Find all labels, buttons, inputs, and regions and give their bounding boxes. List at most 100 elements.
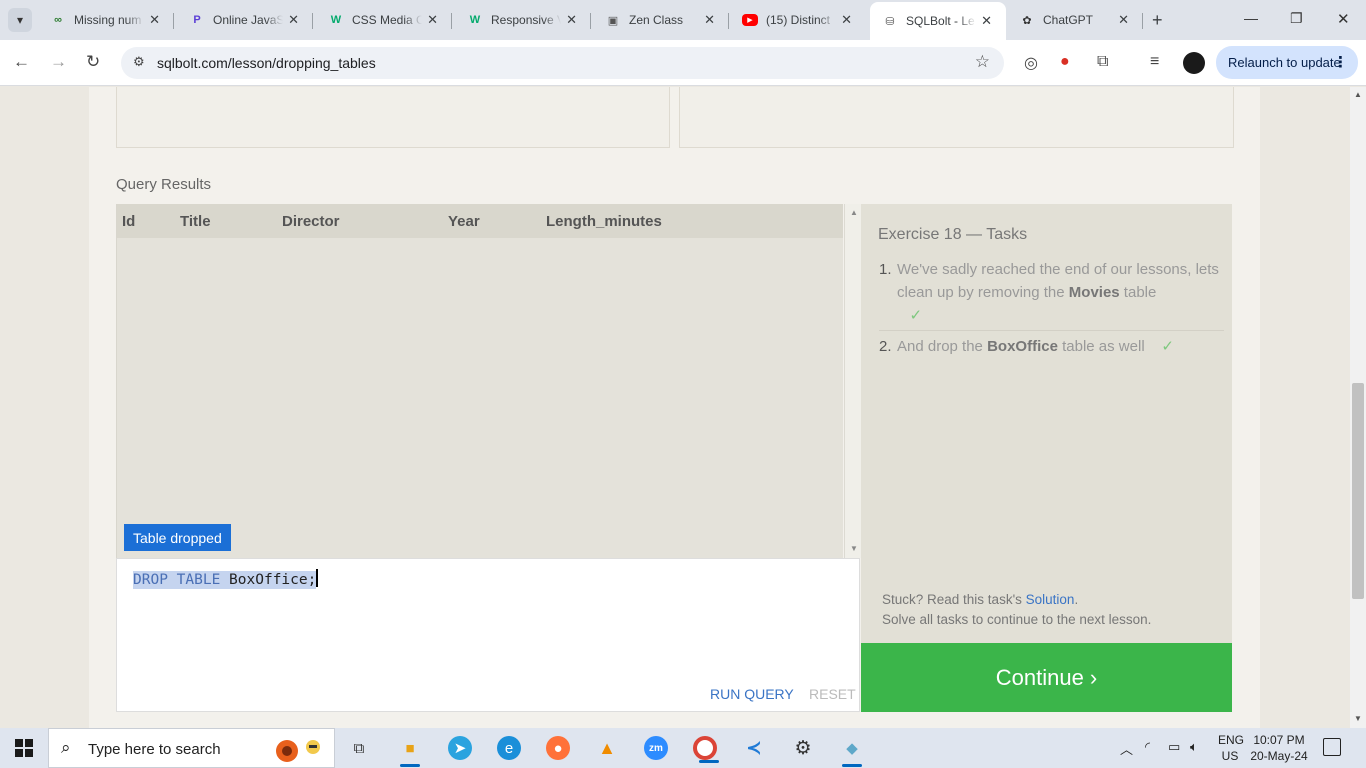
color-extension-icon[interactable]: ● [1060, 53, 1070, 71]
close-tab-icon[interactable]: ✕ [566, 12, 577, 28]
exercise-title: Exercise 18 — Tasks [878, 226, 1028, 243]
browser-tab[interactable]: ▣ Zen Class ✕ [593, 6, 729, 34]
youtube-icon: ▶ [742, 14, 758, 26]
w3schools-icon: W [469, 14, 481, 26]
edge-icon[interactable]: e [497, 736, 521, 760]
notification-icon[interactable] [1323, 738, 1341, 756]
exercise-tasks-panel: Exercise 18 — Tasks 1. We've sadly reach… [861, 204, 1232, 643]
media-control-icon[interactable]: ≡ [1150, 53, 1159, 71]
query-results-table: Id Title Director Year Length_minutes ▲ … [116, 204, 861, 558]
browser-tab[interactable]: W Responsive V ✕ [455, 6, 591, 34]
sql-keyword: DROP TABLE [133, 571, 221, 589]
sql-query-editor[interactable]: DROP TABLE BoxOffice; RUN QUERY RESET [116, 558, 860, 712]
text-caret [316, 569, 319, 587]
browser-tab[interactable]: ✿ ChatGPT ✕ [1007, 6, 1143, 34]
new-tab-icon[interactable]: + [1152, 10, 1163, 31]
column-header: Director [282, 213, 340, 230]
reload-icon[interactable]: ↻ [86, 52, 100, 72]
taskbar-search-box[interactable]: ⌕ Type here to search [48, 728, 335, 768]
url-text[interactable]: sqlbolt.com/lesson/dropping_tables [157, 55, 376, 71]
results-scrollbar[interactable]: ▲ ▼ [844, 204, 861, 558]
scroll-down-arrow-icon[interactable]: ▼ [850, 544, 858, 553]
checkmark-icon: ✓ [909, 307, 923, 324]
volume-icon[interactable]: 🔈︎ [1190, 739, 1198, 755]
windows-taskbar: ⌕ Type here to search ⧉ ■ ➤ e ● ▲ zm ≺ ⚙… [0, 728, 1366, 768]
database-icon: ⛁ [885, 15, 895, 28]
vlc-icon[interactable]: ▲ [595, 736, 619, 760]
search-highlight-illustration-icon [276, 740, 320, 762]
file-explorer-icon[interactable]: ■ [398, 736, 422, 767]
scrollbar-thumb[interactable] [1352, 383, 1364, 599]
chrome-icon[interactable] [693, 736, 719, 763]
tab-search-button[interactable]: ▾ [8, 8, 32, 32]
system-clock[interactable]: 10:07 PM 20-May-24 [1250, 732, 1308, 764]
address-bar[interactable]: ⚙ sqlbolt.com/lesson/dropping_tables ☆ [121, 47, 1004, 79]
browser-tab[interactable]: ∞ Missing num ✕ [38, 6, 174, 34]
page-viewport: Query Results Id Title Director Year Len… [0, 87, 1350, 728]
wifi-icon[interactable]: ◜ [1145, 739, 1150, 755]
vscode-icon[interactable]: ≺ [742, 736, 766, 760]
chatgpt-icon: ✿ [1022, 14, 1032, 27]
minimize-icon[interactable]: — [1244, 10, 1258, 26]
zoom-icon[interactable]: zm [644, 736, 668, 760]
task-divider [879, 330, 1224, 331]
scroll-down-arrow-icon[interactable]: ▼ [1354, 714, 1362, 723]
run-query-button[interactable]: RUN QUERY [710, 686, 794, 702]
app-icon[interactable]: ◆ [840, 736, 864, 767]
avatar[interactable] [1183, 52, 1205, 74]
relaunch-button[interactable]: Relaunch to update ⋮ [1216, 46, 1358, 79]
sql-table-name: BoxOffice; [229, 571, 317, 589]
bookmark-star-icon[interactable]: ☆ [975, 52, 990, 72]
results-header-row: Id Title Director Year Length_minutes [117, 204, 843, 238]
settings-gear-icon[interactable]: ⚙ [791, 736, 815, 760]
close-tab-icon[interactable]: ✕ [841, 12, 852, 28]
close-tab-icon[interactable]: ✕ [981, 13, 992, 29]
back-icon[interactable]: ← [13, 52, 30, 72]
zen-class-icon: ▣ [607, 14, 619, 27]
page-scrollbar[interactable]: ▲ ▼ [1350, 87, 1366, 728]
link-icon: ∞ [54, 14, 62, 26]
close-tab-icon[interactable]: ✕ [288, 12, 299, 28]
continue-button[interactable]: Continue › [861, 643, 1232, 712]
browser-tab[interactable]: ▶ (15) Distinct ✕ [730, 6, 866, 34]
browser-tab[interactable]: P Online JavaS ✕ [177, 6, 313, 34]
restore-icon[interactable]: ❐ [1290, 10, 1303, 27]
browser-tab-strip: ▾ ∞ Missing num ✕ P Online JavaS ✕ W CSS… [0, 0, 1366, 40]
solution-link[interactable]: Solution [1026, 592, 1075, 607]
column-header: Year [448, 213, 480, 230]
column-header: Length_minutes [546, 213, 662, 230]
firefox-icon[interactable]: ● [546, 736, 570, 760]
scroll-up-arrow-icon[interactable]: ▲ [850, 208, 858, 217]
language-indicator[interactable]: ENG US [1218, 732, 1244, 764]
battery-icon[interactable]: ▭ [1168, 739, 1180, 755]
forward-icon[interactable]: → [50, 52, 67, 72]
browser-tab-active[interactable]: ⛁ SQLBolt - Le ✕ [870, 2, 1006, 40]
table-preview-panel [679, 87, 1234, 148]
puzzle-icon[interactable]: ⧉ [1097, 53, 1108, 71]
more-menu-icon[interactable]: ⋮ [1333, 53, 1348, 71]
status-badge: Table dropped [124, 524, 231, 551]
table-preview-panel [116, 87, 670, 148]
chevron-up-icon[interactable]: ︿ [1120, 739, 1133, 758]
close-window-icon[interactable]: ✕ [1337, 10, 1350, 28]
browser-tab[interactable]: W CSS Media C ✕ [316, 6, 452, 34]
close-tab-icon[interactable]: ✕ [1118, 12, 1129, 28]
reset-button[interactable]: RESET [809, 686, 856, 702]
column-header: Id [122, 213, 136, 230]
stuck-help-text: Stuck? Read this task's Solution. Solve … [882, 592, 1152, 627]
query-results-label: Query Results [116, 176, 212, 193]
close-tab-icon[interactable]: ✕ [149, 12, 160, 28]
close-tab-icon[interactable]: ✕ [704, 12, 715, 28]
query-text[interactable]: DROP TABLE BoxOffice; [133, 569, 319, 589]
scroll-up-arrow-icon[interactable]: ▲ [1354, 90, 1362, 99]
editor-icon: P [193, 14, 201, 26]
site-info-icon[interactable]: ⚙ [133, 54, 145, 70]
windows-start-icon[interactable] [15, 739, 33, 757]
telegram-icon[interactable]: ➤ [448, 736, 472, 760]
close-tab-icon[interactable]: ✕ [427, 12, 438, 28]
chevron-down-icon: ▾ [16, 13, 24, 27]
extension-icon[interactable]: ◎ [1024, 53, 1038, 73]
w3schools-icon: W [330, 14, 342, 26]
task-view-icon[interactable]: ⧉ [347, 736, 371, 760]
search-icon: ⌕ [61, 738, 71, 757]
